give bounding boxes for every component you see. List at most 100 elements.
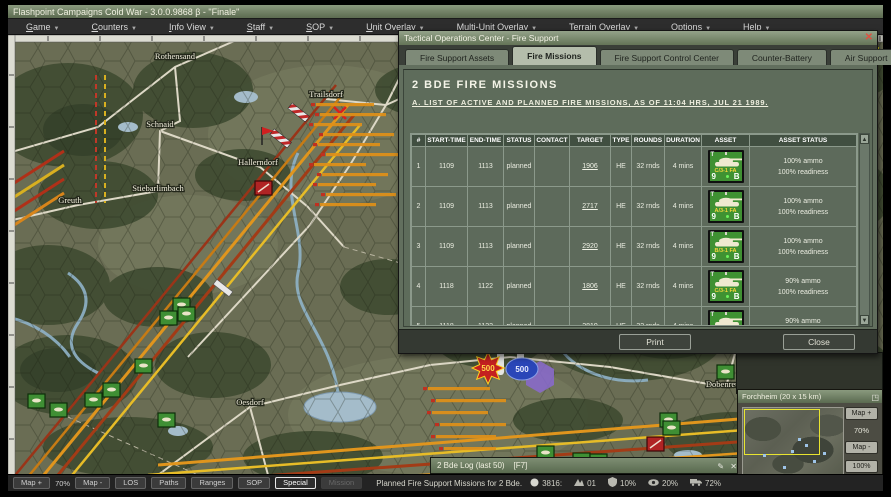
eye-value: 20% xyxy=(662,479,678,488)
log-edit-icon[interactable]: ✎ xyxy=(717,462,724,471)
cell: 4 mins xyxy=(665,267,702,307)
fire-mission-row: 311091113planned2920HE32 rnds4 minsTB/3-… xyxy=(412,227,857,267)
log-close-icon[interactable]: ✕ xyxy=(730,462,737,471)
cell: 2 xyxy=(412,187,426,227)
special-button[interactable]: Special xyxy=(275,477,316,489)
table-scrollbar[interactable]: ▲ ▼ xyxy=(859,133,870,326)
asset-status: 90% ammo100% readiness xyxy=(751,276,855,298)
asset-counter[interactable]: TC/3-1 FA9B xyxy=(708,150,744,183)
map--button[interactable]: Map - xyxy=(75,477,110,489)
cell xyxy=(535,307,570,327)
col-header: ASSET STATUS xyxy=(750,135,857,147)
dialog-body: 2 BDE FIRE MISSIONS A. LIST OF ACTIVE AN… xyxy=(403,69,873,327)
menu-info-view[interactable]: Info View▼ xyxy=(169,22,215,32)
paths-button[interactable]: Paths xyxy=(151,477,186,489)
target-link[interactable]: 1906 xyxy=(582,163,598,170)
print-button[interactable]: Print xyxy=(619,334,691,350)
cell: 1118 xyxy=(426,267,468,307)
cell: HE xyxy=(611,227,632,267)
friendly-unit-counter[interactable] xyxy=(103,383,120,397)
map--button[interactable]: Map + xyxy=(13,477,50,489)
target-link[interactable]: 1806 xyxy=(582,283,598,290)
friendly-unit-counter[interactable] xyxy=(717,365,734,379)
sop-button[interactable]: SOP xyxy=(238,477,270,489)
tab-air-support[interactable]: Air Support xyxy=(830,49,891,65)
fire-missions-heading: 2 BDE FIRE MISSIONS xyxy=(412,79,872,91)
minimap-titlebar[interactable]: Forchheim (20 x 15 km) ◳ xyxy=(738,390,882,403)
tab-fire-support-control-center[interactable]: Fire Support Control Center xyxy=(600,49,734,65)
cell xyxy=(535,227,570,267)
cell xyxy=(535,187,570,227)
app-window: Flashpoint Campaigns Cold War - 3.0.0.98… xyxy=(8,5,883,491)
truck-value: 72% xyxy=(705,479,721,488)
asset-counter[interactable]: TC/3-1 FA9B xyxy=(708,270,744,303)
dialog-tabstrip: Fire Support AssetsFire MissionsFire Sup… xyxy=(399,45,877,65)
cell: 1113 xyxy=(468,227,504,267)
bde-log-bar[interactable]: 2 Bde Log (last 50) [F7] ✎ ✕ xyxy=(430,457,742,474)
target-link[interactable]: 2920 xyxy=(582,243,598,250)
scroll-down-icon[interactable]: ▼ xyxy=(860,315,869,325)
menu-sop[interactable]: SOP▼ xyxy=(306,22,334,32)
friendly-unit-counter[interactable] xyxy=(158,413,175,427)
dialog-titlebar[interactable]: Tactical Operations Center - Fire Suppor… xyxy=(399,31,877,45)
cell: 1 xyxy=(412,147,426,187)
asset-counter[interactable]: TB/3-1 FA9B xyxy=(708,230,744,263)
asset-counter[interactable]: TA/3-1 FA9B xyxy=(708,310,744,326)
cell: HE xyxy=(611,147,632,187)
asset-counter[interactable]: TA/3-1 FA9B xyxy=(708,190,744,223)
cell: 4 xyxy=(412,267,426,307)
cell: planned xyxy=(504,227,535,267)
close-button[interactable]: Close xyxy=(783,334,855,350)
map-zoom-level: 70% xyxy=(55,479,70,488)
col-header: ROUNDS xyxy=(632,135,665,147)
menu-counters[interactable]: Counters▼ xyxy=(91,22,136,32)
minimap-viewport-rect[interactable] xyxy=(744,409,820,455)
cell: planned xyxy=(504,147,535,187)
dialog-title: Tactical Operations Center - Fire Suppor… xyxy=(404,33,558,43)
tab-fire-missions[interactable]: Fire Missions xyxy=(512,46,596,65)
menu-staff[interactable]: Staff▼ xyxy=(247,22,274,32)
cell: planned xyxy=(504,267,535,307)
tab-fire-support-assets[interactable]: Fire Support Assets xyxy=(405,49,509,65)
friendly-unit-counter[interactable] xyxy=(50,403,67,417)
cell: 1113 xyxy=(468,187,504,227)
toc-dialog: Tactical Operations Center - Fire Suppor… xyxy=(398,30,878,354)
col-header: # xyxy=(412,135,426,147)
col-header: TARGET xyxy=(570,135,611,147)
cell xyxy=(535,267,570,307)
friendly-unit-counter[interactable] xyxy=(160,311,177,325)
target-link[interactable]: 2819 xyxy=(582,323,598,326)
cell: 1122 xyxy=(468,307,504,327)
fire-mission-row: 111091113planned1906HE32 rnds4 minsTC/3-… xyxy=(412,147,857,187)
target-link[interactable]: 2717 xyxy=(582,203,598,210)
minimap-detach-icon[interactable]: ◳ xyxy=(871,391,879,404)
friendly-unit-counter[interactable] xyxy=(135,359,152,373)
ranges-button[interactable]: Ranges xyxy=(191,477,233,489)
background-panel xyxy=(736,352,883,394)
menu-game[interactable]: Game▼ xyxy=(26,22,59,32)
minimap-zoom-in-button[interactable]: Map + xyxy=(845,407,878,420)
minimap-full-zoom-button[interactable]: 100% xyxy=(845,460,878,473)
cell: 32 rnds xyxy=(632,267,665,307)
los-button[interactable]: LOS xyxy=(115,477,146,489)
tab-counter-battery[interactable]: Counter-Battery xyxy=(737,49,827,65)
minimap-thumbnail[interactable] xyxy=(742,407,844,479)
asset-status: 100% ammo100% readiness xyxy=(751,236,855,258)
mission-button: Mission xyxy=(321,477,362,489)
friendly-unit-counter[interactable] xyxy=(178,307,195,321)
dialog-close-icon[interactable]: ✕ xyxy=(865,31,873,45)
cell: 4 mins xyxy=(665,187,702,227)
scroll-up-icon[interactable]: ▲ xyxy=(860,134,869,144)
minimap-zoom-out-button[interactable]: Map - xyxy=(845,441,878,454)
enemy-unit-counter[interactable] xyxy=(255,181,272,195)
col-header: STATUS xyxy=(504,135,535,147)
cell: 1109 xyxy=(426,147,468,187)
friendly-unit-counter[interactable] xyxy=(28,394,45,408)
town-label: Trailsdorf xyxy=(309,89,343,99)
friendly-unit-counter[interactable] xyxy=(85,393,102,407)
friendly-unit-counter[interactable] xyxy=(663,421,680,435)
status-bar: Map + 70% Map - LOS Paths Ranges SOP Special Mis… xyxy=(8,474,883,491)
fire-mission-row: 411181122planned1806HE32 rnds4 minsTC/3-… xyxy=(412,267,857,307)
log-hotkey: [F7] xyxy=(514,461,528,470)
enemy-unit-counter[interactable] xyxy=(647,437,664,451)
